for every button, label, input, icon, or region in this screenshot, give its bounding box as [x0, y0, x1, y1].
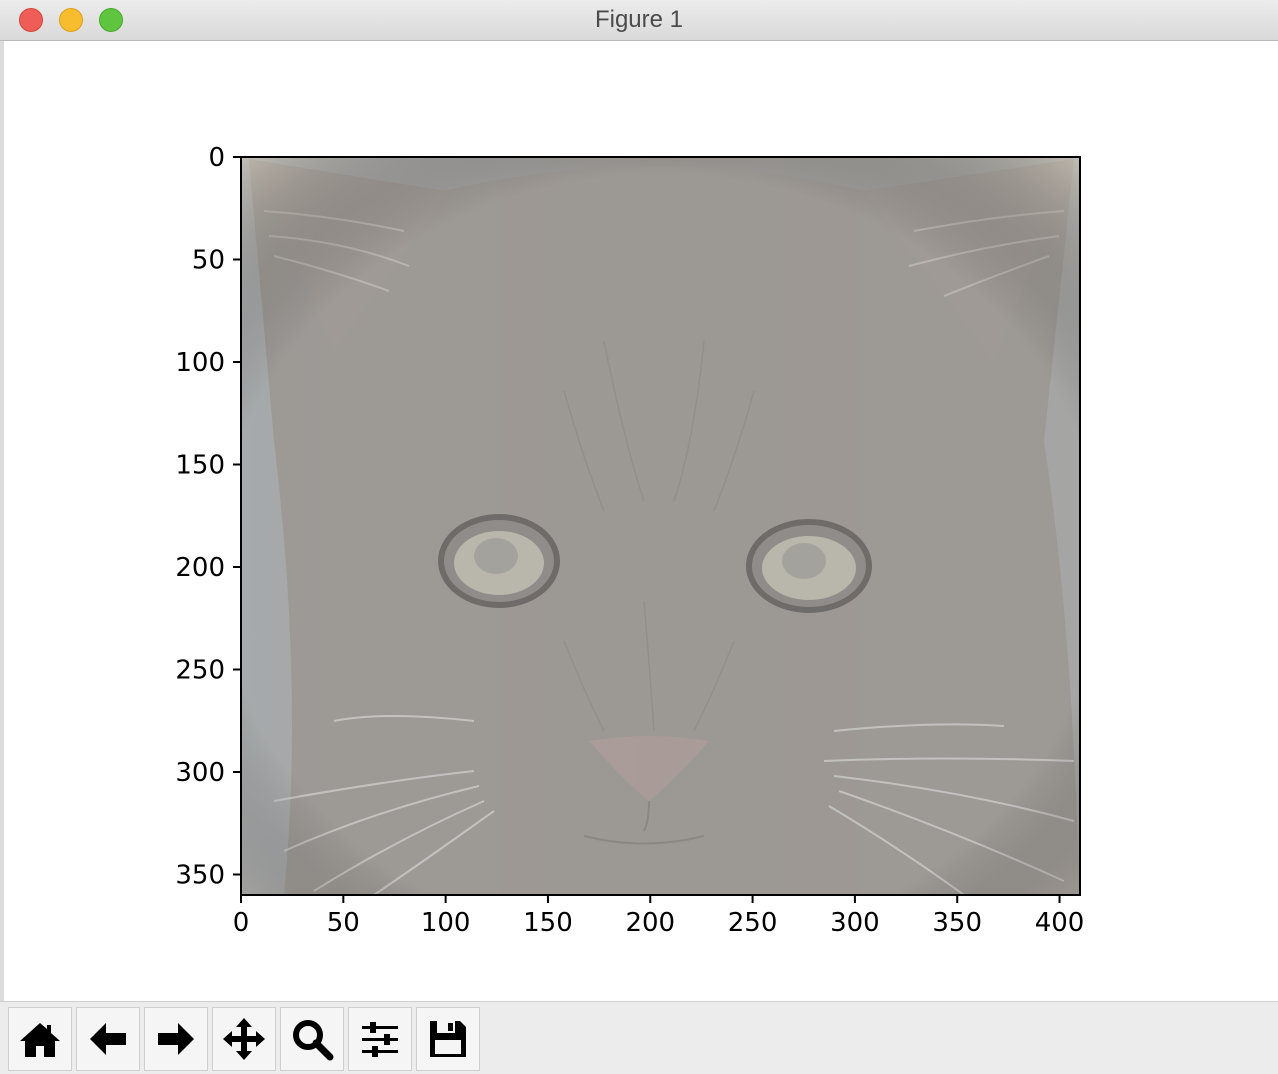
- y-tick-label: 350: [175, 861, 225, 891]
- y-tick-label: 0: [208, 143, 225, 173]
- y-tick-label: 250: [175, 656, 225, 686]
- configure-subplots-button[interactable]: [348, 1007, 412, 1071]
- y-tick-label: 150: [175, 451, 225, 481]
- x-tick-label: 300: [830, 908, 880, 938]
- y-tick-label: 50: [192, 246, 225, 276]
- pan-button[interactable]: [212, 1007, 276, 1071]
- window-titlebar: Figure 1: [0, 0, 1278, 41]
- floppy-disk-icon: [430, 1021, 466, 1057]
- y-tick-label: 200: [175, 553, 225, 583]
- x-tick-label: 400: [1035, 908, 1085, 938]
- magnifier-icon: [293, 1020, 334, 1061]
- home-button[interactable]: [8, 1007, 72, 1071]
- arrow-left-icon: [90, 1023, 126, 1055]
- plot-svg: 0 50 100 150 200 250 300 350 400 0 50 100 150 200 250…: [175, 143, 1085, 938]
- y-axis: 0 50 100 150 200 250 300 350: [175, 143, 241, 891]
- matplotlib-toolbar: [0, 1001, 1278, 1074]
- y-tick-label: 100: [175, 348, 225, 378]
- zoom-button[interactable]: [280, 1007, 344, 1071]
- figure-canvas[interactable]: 0 50 100 150 200 250 300 350 400 0 50 100 150 200 250…: [4, 41, 1278, 1001]
- x-tick-label: 150: [523, 908, 573, 938]
- save-button[interactable]: [416, 1007, 480, 1071]
- sliders-icon: [362, 1022, 398, 1057]
- x-axis: 0 50 100 150 200 250 300 350 400: [233, 895, 1085, 938]
- x-tick-label: 250: [728, 908, 778, 938]
- x-tick-label: 100: [421, 908, 471, 938]
- move-icon: [223, 1018, 265, 1060]
- x-tick-label: 350: [932, 908, 982, 938]
- home-icon: [20, 1023, 60, 1057]
- window-title: Figure 1: [594, 6, 684, 33]
- forward-button[interactable]: [144, 1007, 208, 1071]
- image-vignette: [241, 157, 1080, 895]
- x-tick-label: 0: [233, 908, 250, 938]
- y-tick-label: 300: [175, 758, 225, 788]
- arrow-right-icon: [158, 1023, 194, 1055]
- back-button[interactable]: [76, 1007, 140, 1071]
- image-area: [241, 157, 1080, 895]
- x-tick-label: 50: [327, 908, 360, 938]
- x-tick-label: 200: [625, 908, 675, 938]
